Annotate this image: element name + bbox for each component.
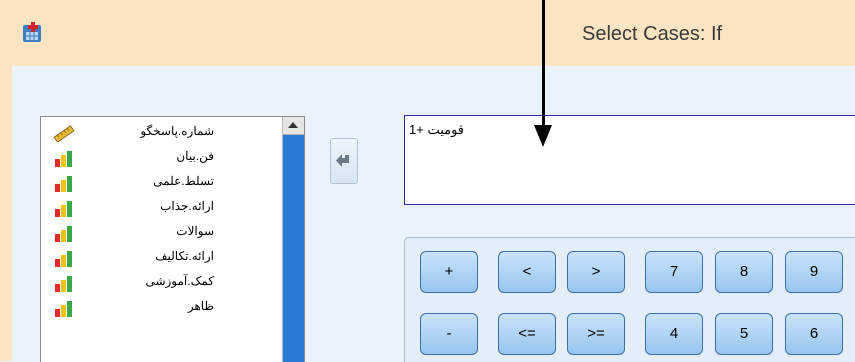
key-6[interactable]: 6 (785, 313, 843, 355)
ordinal-bar-icon (55, 301, 72, 317)
list-item[interactable]: شماره.پاسخگو (41, 121, 282, 146)
list-item[interactable]: ارائه.جذاب (41, 196, 282, 221)
scroll-up-button[interactable] (283, 117, 304, 135)
variable-list[interactable]: شماره.پاسخگو فن.بیان تسلط.علمی ارائه.جذا… (40, 116, 305, 362)
list-item[interactable]: ظاهر (41, 296, 282, 321)
expression-text: قومیت +1 (409, 122, 465, 137)
window-frame-left (0, 66, 12, 361)
list-item[interactable]: ارائه.تکالیف (41, 246, 282, 271)
variable-label: ظاهر (187, 299, 214, 313)
key-less-than[interactable]: < (498, 251, 556, 293)
app-icon (23, 22, 41, 42)
variable-label: فن.بیان (176, 149, 214, 163)
list-item[interactable]: فن.بیان (41, 146, 282, 171)
variable-label: سوالات (176, 224, 214, 238)
list-item[interactable]: تسلط.علمی (41, 171, 282, 196)
expression-textarea[interactable]: قومیت +1 (404, 115, 855, 205)
key-greater-equal[interactable]: >= (567, 313, 625, 355)
variable-list-scrollbar[interactable] (282, 117, 304, 362)
list-item[interactable]: سوالات (41, 221, 282, 246)
key-4[interactable]: 4 (645, 313, 703, 355)
key-less-equal[interactable]: <= (498, 313, 556, 355)
variable-label: ارائه.تکالیف (155, 249, 214, 263)
key-plus[interactable]: + (420, 251, 478, 293)
key-7[interactable]: 7 (645, 251, 703, 293)
variable-label: تسلط.علمی (153, 174, 214, 188)
scale-ruler-icon (53, 125, 75, 142)
ordinal-bar-icon (55, 251, 72, 267)
window-title: Select Cases: If (582, 23, 723, 45)
title-bar: Select Cases: If (0, 0, 855, 67)
key-greater-than[interactable]: > (567, 251, 625, 293)
ordinal-bar-icon (55, 201, 72, 217)
annotation-arrow-head-icon (534, 125, 552, 147)
move-variable-button[interactable] (330, 138, 358, 184)
key-minus[interactable]: - (420, 313, 478, 355)
ordinal-bar-icon (55, 151, 72, 167)
ordinal-bar-icon (55, 276, 72, 292)
calculator-keypad: + < > 7 8 9 - <= >= 4 5 6 (404, 237, 855, 362)
key-8[interactable]: 8 (715, 251, 773, 293)
list-item[interactable]: کمک.آموزشی (41, 271, 282, 296)
arrow-left-icon (336, 154, 349, 167)
key-9[interactable]: 9 (785, 251, 843, 293)
variable-label: ارائه.جذاب (160, 199, 214, 213)
variable-label: شماره.پاسخگو (140, 124, 214, 138)
ordinal-bar-icon (55, 176, 72, 192)
key-5[interactable]: 5 (715, 313, 773, 355)
ordinal-bar-icon (55, 226, 72, 242)
variable-label: کمک.آموزشی (145, 274, 214, 288)
annotation-arrow-line (542, 0, 545, 130)
